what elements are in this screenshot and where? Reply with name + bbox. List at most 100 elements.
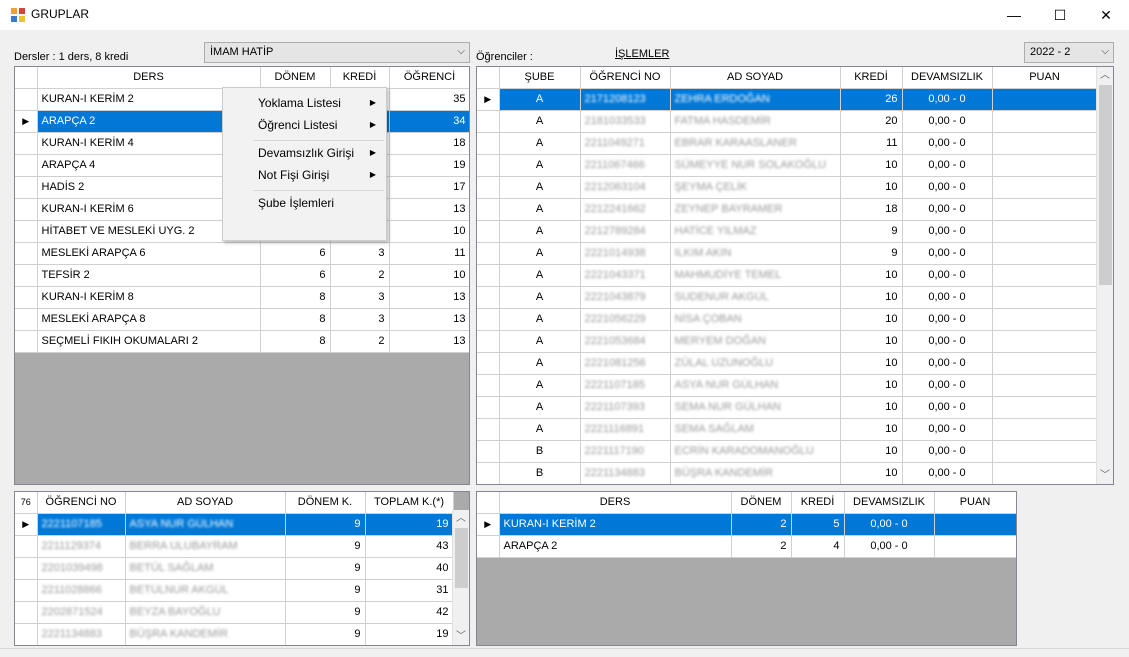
puan-cell[interactable] [934, 535, 1016, 558]
row-header[interactable] [15, 88, 38, 111]
ogrenci-no-cell[interactable]: 2211129374 [37, 535, 126, 558]
ogrenci-count-cell[interactable]: 18 [389, 132, 469, 155]
table-row[interactable]: A 2221014938 ILKIM AKIN 9 0,00 - 0 [477, 242, 1098, 265]
ders-cell[interactable]: ARAPÇA 2 [499, 535, 732, 558]
ad-soyad-cell[interactable]: MERYEM DOĞAN [670, 330, 841, 353]
kredi-cell[interactable]: 3 [330, 308, 390, 331]
table-row[interactable]: ▶ 2221107185 ASYA NUR GÜLHAN 9 19 [15, 513, 454, 536]
ogrenciler-scrollbar[interactable]: ︿ ﹀ [1096, 67, 1113, 484]
column-header[interactable]: PUAN [992, 67, 1098, 89]
column-header[interactable]: KREDİ [840, 67, 903, 89]
kredi-cell[interactable]: 10 [840, 396, 903, 419]
ders-cell[interactable]: MESLEKİ ARAPÇA 8 [37, 308, 261, 331]
row-header[interactable] [15, 154, 38, 177]
donem-kredi-cell[interactable]: 9 [285, 535, 366, 558]
sube-cell[interactable]: A [499, 176, 581, 199]
row-header[interactable] [15, 264, 38, 287]
ogrenci-count-cell[interactable]: 35 [389, 88, 469, 111]
close-button[interactable]: ✕ [1083, 0, 1129, 30]
menu-item-ogrenci-listesi[interactable]: Öğrenci Listesi ▶ [223, 114, 386, 136]
ogrenci-no-cell[interactable]: 2221134883 [37, 623, 126, 645]
ogrenci-no-cell[interactable]: 2221107393 [580, 396, 671, 419]
table-row[interactable]: ▶ A 2171208123 ZEHRA ERDOĞAN 26 0,00 - 0 [477, 88, 1098, 111]
row-header[interactable] [15, 220, 38, 243]
row-header[interactable] [15, 308, 38, 331]
kredi-cell[interactable]: 2 [330, 264, 390, 287]
kredi-cell[interactable]: 9 [840, 242, 903, 265]
kredi-cell[interactable]: 9 [840, 220, 903, 243]
ogrenci-no-cell[interactable]: 2212063104 [580, 176, 671, 199]
sube-cell[interactable]: A [499, 242, 581, 265]
ad-soyad-cell[interactable]: ASYA NUR GÜLHAN [670, 374, 841, 397]
kredi-cell[interactable]: 10 [840, 154, 903, 177]
table-row[interactable]: 2221134883 BÜŞRA KANDEMİR 9 19 [15, 623, 454, 645]
devamsizlik-cell[interactable]: 0,00 - 0 [902, 110, 993, 133]
devamsizlik-cell[interactable]: 0,00 - 0 [902, 264, 993, 287]
ad-soyad-cell[interactable]: ASYA NUR GÜLHAN [125, 513, 286, 536]
devamsizlik-cell[interactable]: 0,00 - 0 [902, 374, 993, 397]
donem-kredi-cell[interactable]: 9 [285, 579, 366, 602]
ogrenci-no-cell[interactable]: 2171208123 [580, 88, 671, 111]
kredi-cell[interactable]: 10 [840, 352, 903, 375]
menu-item-sube-islemleri[interactable]: Şube İşlemleri [223, 192, 386, 214]
puan-cell[interactable] [992, 110, 1098, 133]
devamsizlik-cell[interactable]: 0,00 - 0 [902, 440, 993, 463]
ders-cell[interactable]: KURAN-I KERİM 8 [37, 286, 261, 309]
scroll-down-icon[interactable]: ﹀ [453, 628, 469, 645]
table-row[interactable]: A 2221107393 SEMA NUR GÜLHAN 10 0,00 - 0 [477, 396, 1098, 419]
row-header[interactable] [15, 132, 38, 155]
row-header[interactable] [15, 579, 38, 602]
ogrenci-no-cell[interactable]: 2221107185 [37, 513, 126, 536]
ogrenci-count-cell[interactable]: 11 [389, 242, 469, 265]
puan-cell[interactable] [992, 88, 1098, 111]
row-header[interactable] [15, 601, 38, 624]
puan-cell[interactable] [992, 132, 1098, 155]
ogrenci-no-cell[interactable]: 2221043879 [580, 286, 671, 309]
ogrenci-no-cell[interactable]: 2202871524 [37, 601, 126, 624]
ogrenci-no-cell[interactable]: 2221056229 [580, 308, 671, 331]
ogrenci-no-cell[interactable]: 2221134883 [580, 462, 671, 484]
column-header[interactable]: KREDİ [791, 492, 845, 514]
table-row[interactable]: SEÇMELİ FIKIH OKUMALARI 2 8 2 13 [15, 330, 469, 353]
ogrenci-no-cell[interactable]: 2221107185 [580, 374, 671, 397]
ad-soyad-cell[interactable]: BERRA ULUBAYRAM [125, 535, 286, 558]
row-header[interactable] [15, 623, 38, 645]
row-header[interactable] [477, 418, 500, 441]
column-header[interactable]: ÖĞRENCİ [389, 67, 469, 89]
kredi-cell[interactable]: 3 [330, 286, 390, 309]
scroll-thumb[interactable] [1099, 85, 1112, 285]
sube-cell[interactable]: A [499, 396, 581, 419]
puan-cell[interactable] [992, 396, 1098, 419]
maximize-button[interactable]: ☐ [1037, 0, 1083, 30]
sube-cell[interactable]: B [499, 462, 581, 484]
donem-cell[interactable]: 8 [260, 286, 331, 309]
devamsizlik-cell[interactable]: 0,00 - 0 [902, 176, 993, 199]
sube-cell[interactable]: A [499, 374, 581, 397]
table-row[interactable]: A 2211049271 EBRAR KARAASLANER 11 0,00 - 0 [477, 132, 1098, 155]
ad-soyad-cell[interactable]: SÜMEYYE NUR SOLAKOĞLU [670, 154, 841, 177]
donem-cell[interactable]: 6 [260, 242, 331, 265]
puan-cell[interactable] [992, 440, 1098, 463]
ogrenci-count-cell[interactable]: 19 [389, 154, 469, 177]
toplam-kredi-cell[interactable]: 19 [365, 623, 454, 645]
kredi-cell[interactable]: 10 [840, 418, 903, 441]
table-row[interactable]: ARAPÇA 2 2 4 0,00 - 0 [477, 535, 1016, 558]
ogrenci-no-cell[interactable]: 2221053684 [580, 330, 671, 353]
column-header[interactable]: DÖNEM [731, 492, 792, 514]
kredi-cell[interactable]: 3 [330, 242, 390, 265]
puan-cell[interactable] [992, 462, 1098, 484]
row-header[interactable] [477, 462, 500, 484]
sube-cell[interactable]: A [499, 352, 581, 375]
devamsizlik-cell[interactable]: 0,00 - 0 [902, 242, 993, 265]
ders-cell[interactable]: SEÇMELİ FIKIH OKUMALARI 2 [37, 330, 261, 353]
table-row[interactable]: A 2221081256 ZÜLAL UZUNOĞLU 10 0,00 - 0 [477, 352, 1098, 375]
toplam-kredi-cell[interactable]: 43 [365, 535, 454, 558]
row-header[interactable] [477, 198, 500, 221]
puan-cell[interactable] [992, 264, 1098, 287]
current-row-arrow-icon[interactable]: ▶ [477, 513, 500, 536]
ogrenci-count-cell[interactable]: 13 [389, 308, 469, 331]
ad-soyad-cell[interactable]: ZEHRA ERDOĞAN [670, 88, 841, 111]
devamsizlik-cell[interactable]: 0,00 - 0 [902, 154, 993, 177]
donem-cell[interactable]: 8 [260, 308, 331, 331]
sube-cell[interactable]: A [499, 110, 581, 133]
